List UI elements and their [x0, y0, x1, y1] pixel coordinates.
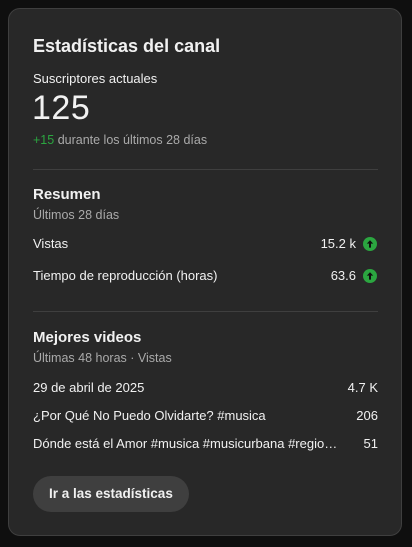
subscribers-count: 125	[32, 89, 91, 127]
video-title-link[interactable]: 29 de abril de 2025	[33, 380, 338, 395]
divider	[33, 311, 378, 312]
subscribers-period: durante los últimos 28 días	[54, 133, 208, 147]
video-title-link[interactable]: Dónde está el Amor #musica #musicurbana …	[33, 436, 338, 451]
video-views: 4.7 K	[347, 380, 378, 395]
divider	[33, 169, 378, 170]
metric-label: Tiempo de reproducción (horas)	[33, 268, 218, 283]
go-to-analytics-button[interactable]: Ir a las estadísticas	[33, 476, 189, 512]
summary-subtitle: Últimos 28 días	[33, 208, 120, 222]
video-views: 206	[356, 408, 378, 423]
subscribers-label: Suscriptores actuales	[33, 71, 158, 86]
top-video-row[interactable]: 29 de abril de 2025 4.7 K	[33, 378, 378, 398]
top-videos-title: Mejores videos	[33, 329, 142, 346]
metric-label: Vistas	[33, 236, 69, 251]
metric-value: 15.2 k	[320, 236, 356, 251]
arrow-up-circle-icon	[363, 237, 377, 251]
subscribers-change: +15 durante los últimos 28 días	[33, 133, 207, 147]
arrow-up-circle-icon	[363, 269, 377, 283]
summary-title: Resumen	[33, 186, 101, 203]
top-video-row[interactable]: ¿Por Qué No Puedo Olvidarte? #musica 206	[33, 406, 378, 426]
card-title: Estadísticas del canal	[33, 36, 221, 56]
top-video-row[interactable]: Dónde está el Amor #musica #musicurbana …	[33, 434, 378, 454]
video-title-link[interactable]: ¿Por Qué No Puedo Olvidarte? #musica	[33, 408, 338, 423]
metric-value: 63.6	[330, 268, 356, 283]
channel-analytics-card: Estadísticas del canal Suscriptores actu…	[8, 8, 402, 536]
metric-row-watch-time: Tiempo de reproducción (horas) 63.6	[33, 266, 378, 286]
subscribers-delta: +15	[33, 133, 55, 147]
top-videos-subtitle: Últimas 48 horas · Vistas	[33, 351, 172, 365]
video-views: 51	[363, 436, 378, 451]
metric-row-views: Vistas 15.2 k	[33, 234, 378, 254]
